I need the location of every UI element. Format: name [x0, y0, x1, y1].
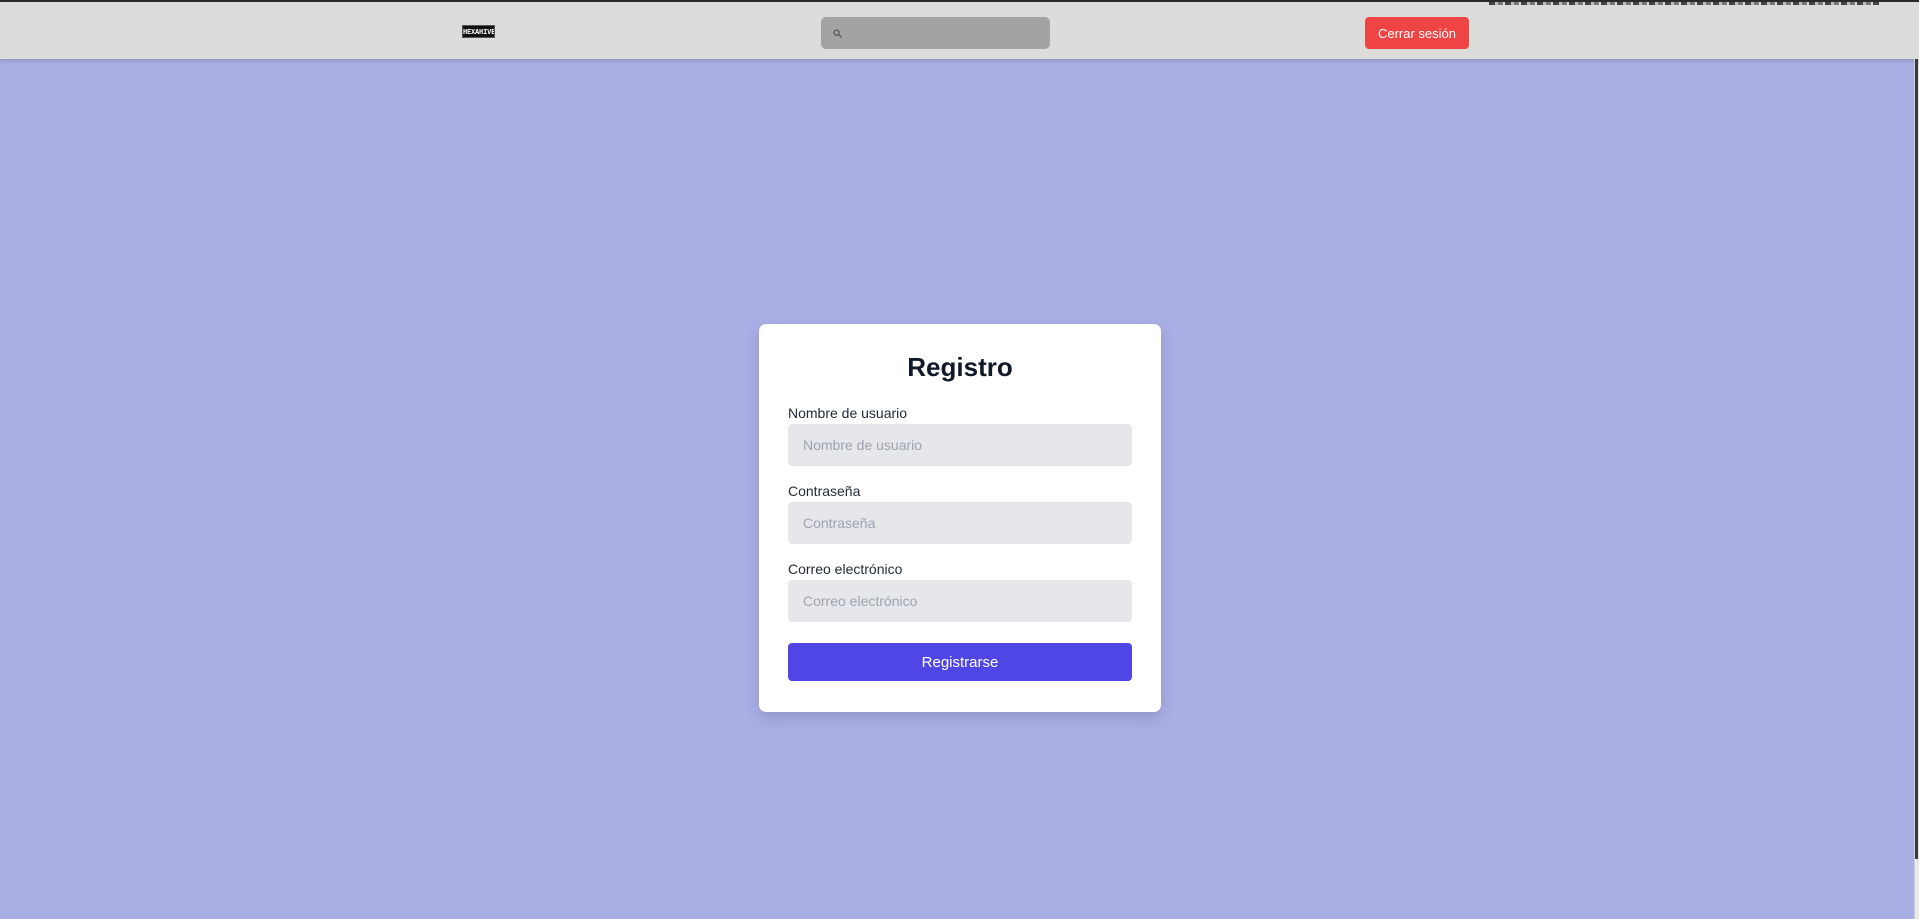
search-bar[interactable]	[821, 17, 1050, 49]
top-edge-strip	[1489, 2, 1879, 5]
password-input[interactable]	[788, 502, 1132, 544]
top-navbar: HEXAHIVE Cerrar sesión	[0, 0, 1919, 59]
search-icon	[833, 28, 842, 38]
register-card: Registro Nombre de usuario Contraseña Co…	[759, 324, 1161, 712]
page-scrollbar[interactable]	[1914, 59, 1919, 919]
form-title: Registro	[907, 352, 1013, 382]
email-label: Correo electrónico	[788, 561, 903, 577]
email-field-group: Correo electrónico	[788, 561, 1132, 622]
search-input[interactable]	[848, 17, 1050, 49]
app-logo[interactable]: HEXAHIVE	[462, 25, 495, 38]
email-input[interactable]	[788, 580, 1132, 622]
logout-button[interactable]: Cerrar sesión	[1365, 17, 1469, 49]
username-field-group: Nombre de usuario	[788, 405, 1132, 466]
password-field-group: Contraseña	[788, 483, 1132, 544]
password-label: Contraseña	[788, 483, 861, 499]
username-label: Nombre de usuario	[788, 405, 908, 421]
scrollbar-thumb[interactable]	[1915, 59, 1918, 859]
username-input[interactable]	[788, 424, 1132, 466]
register-button[interactable]: Registrarse	[788, 643, 1132, 681]
